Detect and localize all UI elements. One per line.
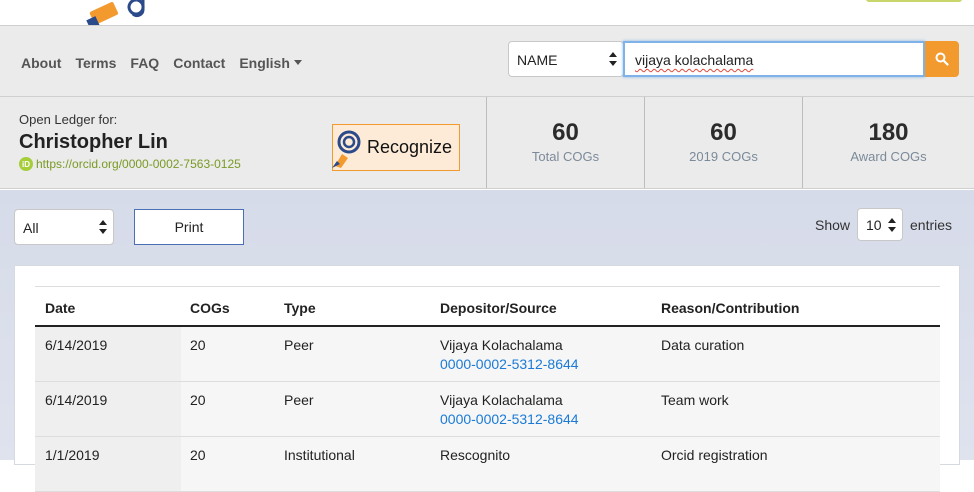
entries-label: entries [910,217,953,233]
cell-date: 1/1/2019 [45,447,100,463]
nav-faq[interactable]: FAQ [130,55,159,71]
search-type-select[interactable]: NAME [508,41,624,77]
stat-value: 60 [552,119,579,146]
header-type[interactable]: Type [284,300,316,316]
table-row: 6/14/2019 20 Peer Vijaya Kolachalama 000… [35,382,940,437]
header-reason[interactable]: Reason/Contribution [661,300,799,316]
header-depositor[interactable]: Depositor/Source [440,300,557,316]
cell-date: 6/14/2019 [45,392,108,408]
stat-label: Award COGs [850,149,927,164]
top-header [0,0,974,26]
table-row: 6/14/2019 20 Peer Vijaya Kolachalama 000… [35,327,940,382]
language-label: English [239,55,290,71]
entries-select[interactable]: 10 [857,208,903,241]
logo-icon[interactable] [84,0,164,26]
cell-reason: Orcid registration [661,447,768,463]
date-cell-bg [35,327,181,381]
navbar: About Terms FAQ Contact English NAME vij… [0,26,974,97]
ledger-summary: Open Ledger for: Christopher Lin iD http… [0,97,974,189]
depositor-name: Vijaya Kolachalama [440,337,563,353]
orcid-url: https://orcid.org/0000-0002-7563-0125 [36,157,241,171]
nav-about[interactable]: About [21,55,61,71]
cell-type: Peer [284,392,314,408]
table-row: 1/1/2019 20 Institutional Rescognito Orc… [35,437,940,492]
recognize-label: Recognize [367,137,453,157]
depositor-orcid-link[interactable]: 0000-0002-5312-8644 [440,356,579,372]
nav-links: About Terms FAQ Contact English [21,55,316,71]
cell-depositor: Vijaya Kolachalama 0000-0002-5312-8644 [440,392,579,427]
table-header: Date COGs Type Depositor/Source Reason/C… [35,287,940,327]
search-input[interactable]: vijaya kolachalama [623,41,925,77]
search-query-text: vijaya kolachalama [635,52,754,68]
caret-down-icon [293,59,302,65]
header-date[interactable]: Date [45,300,75,316]
header-cogs[interactable]: COGs [190,300,230,316]
stat-value: 180 [868,119,909,146]
filter-value: All [23,220,39,236]
depositor-orcid-link[interactable]: 0000-0002-5312-8644 [440,411,579,427]
recognize-button[interactable]: Recognize [332,124,460,171]
nav-contact[interactable]: Contact [173,55,225,71]
top-action-button[interactable] [866,0,962,2]
stat-total-cogs: 60 Total COGs [486,97,644,188]
cell-reason: Data curation [661,337,745,353]
stat-award-cogs: 180 Award COGs [802,97,974,188]
search-button[interactable] [925,41,959,77]
cell-cogs: 20 [190,392,206,408]
type-filter-select[interactable]: All [14,209,114,245]
stat-value: 60 [710,119,737,146]
depositor-name: Vijaya Kolachalama [440,392,563,408]
orcid-icon: iD [19,157,33,171]
stat-label: Total COGs [531,149,600,164]
ledger-info: Open Ledger for: Christopher Lin iD http… [0,97,487,188]
search-type-value: NAME [517,52,558,68]
cell-cogs: 20 [190,447,206,463]
ledger-person-name: Christopher Lin [19,131,168,153]
nav-terms[interactable]: Terms [75,55,116,71]
updown-arrows-icon [609,52,617,66]
ledger-label: Open Ledger for: [19,112,118,127]
updown-arrows-icon [99,220,107,234]
print-button[interactable]: Print [134,209,244,245]
language-dropdown[interactable]: English [239,55,302,71]
cell-depositor: Vijaya Kolachalama 0000-0002-5312-8644 [440,337,579,372]
cell-type: Peer [284,337,314,353]
stat-year-cogs: 60 2019 COGs [644,97,802,188]
cell-type: Institutional [284,447,355,463]
orcid-link[interactable]: iD https://orcid.org/0000-0002-7563-0125 [19,157,241,171]
recognize-icon [332,130,361,168]
ledger-content: All Print Show 10 entries Date COGs Type… [0,190,974,492]
cell-cogs: 20 [190,337,206,353]
stat-label: 2019 COGs [689,149,758,164]
ledger-table: Date COGs Type Depositor/Source Reason/C… [35,286,940,492]
cell-depositor: Rescognito [440,447,511,463]
entries-value: 10 [866,217,882,233]
search-icon [935,52,949,66]
updown-arrows-icon [888,218,896,232]
date-cell-bg [35,437,181,491]
cell-date: 6/14/2019 [45,337,108,353]
ledger-table-card: Date COGs Type Depositor/Source Reason/C… [14,265,960,492]
show-label: Show [815,217,851,233]
cell-reason: Team work [661,392,729,408]
date-cell-bg [35,382,181,436]
